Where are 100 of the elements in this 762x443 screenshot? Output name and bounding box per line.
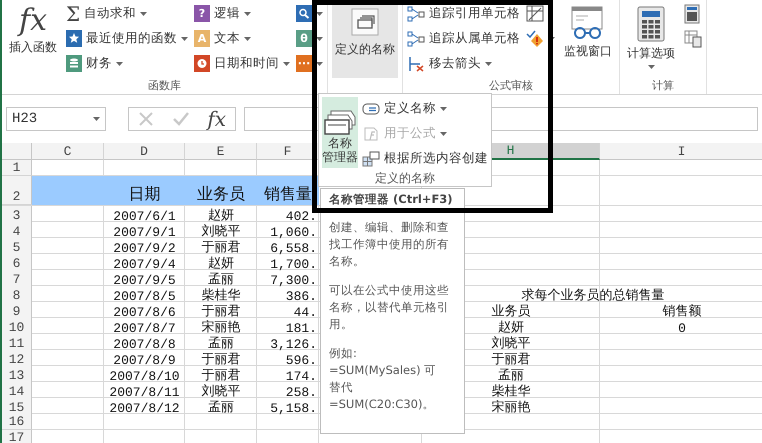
table-cell: 3,126. bbox=[270, 337, 317, 352]
ribbon-command[interactable]: 追踪引用单元格 bbox=[407, 2, 520, 25]
table-cell-text: 赵妍 bbox=[208, 255, 234, 272]
formula-sheet-icon bbox=[526, 5, 544, 22]
table-create-icon bbox=[362, 150, 380, 166]
table-cell: 174. bbox=[286, 369, 317, 384]
ribbon-icon-button[interactable] bbox=[684, 2, 702, 25]
remove-arrows-icon bbox=[407, 56, 425, 72]
table-cell: 258. bbox=[286, 385, 317, 400]
ribbon-large-button[interactable]: 监视窗口 bbox=[561, 2, 615, 78]
row-header[interactable]: 2 bbox=[2, 176, 32, 205]
ribbon-command[interactable]: 移去箭头 bbox=[407, 52, 520, 75]
column-header[interactable]: F bbox=[257, 143, 319, 160]
table-cell-text: 于丽君 bbox=[492, 351, 530, 368]
table-cell-text: 于丽君 bbox=[202, 367, 240, 384]
table-cell: 2007/8/12 bbox=[109, 401, 180, 416]
table-cell: 2007/9/5 bbox=[113, 273, 176, 288]
table-cell-text: 于丽君 bbox=[202, 303, 240, 320]
row-header[interactable]: 16 bbox=[2, 414, 32, 430]
menu-item[interactable]: 定义名称 bbox=[362, 97, 488, 120]
tag-icon bbox=[349, 6, 381, 38]
table-cell: 2007/9/1 bbox=[113, 225, 176, 240]
trace-cells-icon bbox=[407, 6, 425, 22]
warning-icon bbox=[526, 30, 544, 47]
ribbon-command[interactable]: 最近使用的函数 bbox=[66, 27, 188, 50]
group-label: 函数库 bbox=[147, 78, 182, 94]
group-label: 计算 bbox=[651, 78, 675, 94]
ribbon-command[interactable]: 追踪从属单元格 bbox=[407, 27, 520, 50]
table-cell: 2007/8/11 bbox=[109, 385, 180, 400]
table-cell: 2007/8/7 bbox=[113, 321, 176, 336]
table-cell-text: 柴桂华 bbox=[202, 287, 240, 304]
ribbon-command[interactable]: 财务 bbox=[66, 52, 188, 75]
row-header[interactable]: 17 bbox=[2, 430, 32, 443]
tooltip-text: 例如: =SUM(MySales) 可 替代 =SUM(C20:C30)。 bbox=[329, 345, 438, 413]
table-cell: 1,700. bbox=[270, 257, 317, 272]
table-cell: 596. bbox=[286, 353, 317, 368]
table-cell-text: 宋丽艳 bbox=[492, 399, 530, 416]
calculator-icon bbox=[636, 6, 666, 42]
table-cell: 2007/8/8 bbox=[113, 337, 176, 352]
table-cell: 386. bbox=[286, 289, 317, 304]
table-cell: 6,558. bbox=[270, 241, 317, 256]
table-cell: 5,158. bbox=[270, 401, 317, 416]
ribbon-large-button[interactable]: fx 插入函数 bbox=[6, 2, 60, 78]
ribbon-icon-button[interactable] bbox=[296, 2, 323, 25]
column-header[interactable]: I bbox=[600, 143, 762, 160]
table-cell-text: 赵妍 bbox=[498, 319, 524, 336]
check-icon[interactable] bbox=[172, 111, 190, 127]
table-cell-text: 于丽君 bbox=[202, 351, 240, 368]
sigma-icon: Σ bbox=[66, 4, 80, 24]
book-icon: ? bbox=[194, 5, 210, 22]
ribbon-command[interactable]: A 文本 bbox=[194, 27, 290, 50]
table-cell: 2007/6/1 bbox=[113, 209, 176, 224]
name-manager-button[interactable]: 名称 管理器 bbox=[322, 97, 358, 168]
table-cell-text: 业务员 bbox=[492, 303, 530, 320]
ribbon-large-button[interactable]: 计算选项 bbox=[624, 2, 678, 78]
table-cell-text: 孟丽 bbox=[208, 335, 234, 352]
ribbon-command[interactable]: ? 逻辑 bbox=[194, 2, 290, 25]
insert-function-button[interactable]: fx bbox=[207, 109, 226, 129]
table-cell-text: 孟丽 bbox=[498, 367, 524, 384]
tooltip-text: 创建、编辑、删除和查 找工作簿中使用的所有 名称。 bbox=[329, 219, 450, 270]
table-cell-text: 孟丽 bbox=[208, 399, 234, 416]
table-cell-text: 日期 bbox=[128, 185, 160, 205]
column-header[interactable]: C bbox=[32, 143, 104, 160]
caret-icon bbox=[93, 117, 100, 121]
table-cell-text: 刘晓平 bbox=[202, 223, 240, 240]
table-cell: 2007/8/9 bbox=[113, 353, 176, 368]
table-cell-text: 宋丽艳 bbox=[202, 319, 240, 336]
table-cell-text: 销售额 bbox=[662, 303, 702, 320]
book-icon: θ bbox=[296, 30, 312, 47]
table-cell: 1,060. bbox=[270, 225, 317, 240]
tooltip-title: 名称管理器 (Ctrl+F3) bbox=[329, 192, 454, 207]
group-label: 定义的名称 bbox=[374, 170, 436, 187]
book-icon: A bbox=[194, 30, 210, 47]
table-cell-text: 柴桂华 bbox=[492, 383, 530, 400]
function-icon: fx bbox=[18, 6, 48, 36]
table-cell-text: 求每个业务员的总销售量 bbox=[522, 287, 664, 304]
column-header[interactable]: E bbox=[185, 143, 257, 160]
table-cell: 2007/9/4 bbox=[113, 257, 176, 272]
trace-cells-icon bbox=[407, 30, 425, 46]
table-cell-text: 销售量 bbox=[264, 185, 312, 205]
table-cell: 2007/8/6 bbox=[113, 305, 176, 320]
table-cell-text: 于丽君 bbox=[202, 239, 240, 256]
table-cell-text: 刘晓平 bbox=[492, 335, 530, 352]
ribbon-command[interactable]: 日期和时间 bbox=[194, 52, 290, 75]
table-cell: 7,300. bbox=[270, 273, 317, 288]
group-label: 公式审核 bbox=[488, 78, 534, 94]
table-cell: 2007/8/10 bbox=[109, 369, 180, 384]
column-header[interactable]: D bbox=[104, 143, 185, 160]
table-cell: 181. bbox=[286, 321, 317, 336]
table-cell: 0 bbox=[678, 321, 686, 336]
table-cell: 2007/8/5 bbox=[113, 289, 176, 304]
name-box[interactable]: H23 bbox=[6, 107, 106, 131]
tooltip-text: 可以在公式中使用这些 名称，以替代单元格引 用。 bbox=[329, 282, 450, 333]
calculator-icon bbox=[684, 4, 700, 24]
label-icon bbox=[362, 102, 380, 116]
table-cell-text: 业务员 bbox=[197, 184, 245, 205]
ribbon-large-button[interactable]: 定义的名称 bbox=[332, 2, 398, 78]
row-header[interactable]: 1 bbox=[2, 160, 32, 176]
table-cell-text: 刘晓平 bbox=[202, 383, 240, 400]
book-icon: ··· bbox=[296, 55, 312, 72]
